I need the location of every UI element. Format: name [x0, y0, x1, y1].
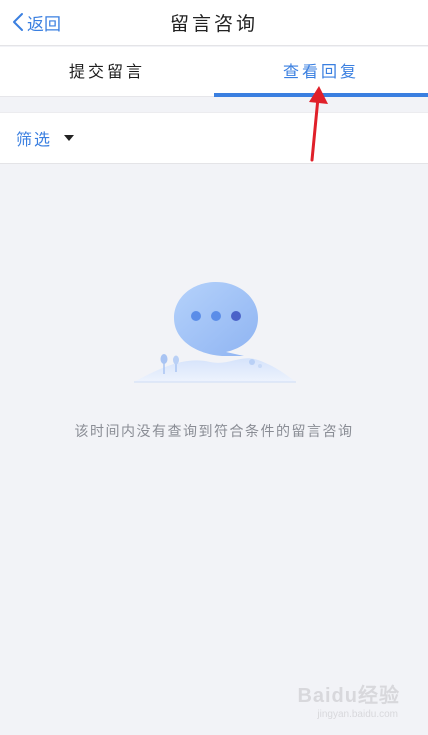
- empty-state-message: 该时间内没有查询到符合条件的留言咨询: [74, 424, 354, 440]
- tab-view-replies[interactable]: 查看回复: [214, 47, 428, 97]
- watermark-url: jingyan.baidu.com: [317, 709, 398, 720]
- chat-bubble-illustration-icon: [134, 282, 296, 383]
- watermark-brand: Baidu经验: [297, 685, 400, 707]
- tab-submit-message[interactable]: 提交留言: [0, 47, 214, 97]
- navigation-bar: 返回 留言咨询: [0, 0, 428, 46]
- filter-dropdown[interactable]: 筛选: [16, 113, 75, 163]
- back-label: 返回: [27, 14, 61, 35]
- tab-bar: 提交留言 查看回复: [0, 47, 428, 97]
- page-title: 留言咨询: [169, 13, 258, 35]
- chevron-left-icon: [13, 13, 23, 31]
- active-tab-indicator: [214, 93, 428, 97]
- filter-label: 筛选: [16, 130, 53, 149]
- caret-down-icon: [64, 135, 75, 141]
- back-button[interactable]: 返回: [12, 9, 61, 35]
- filter-bar: 筛选: [0, 112, 428, 164]
